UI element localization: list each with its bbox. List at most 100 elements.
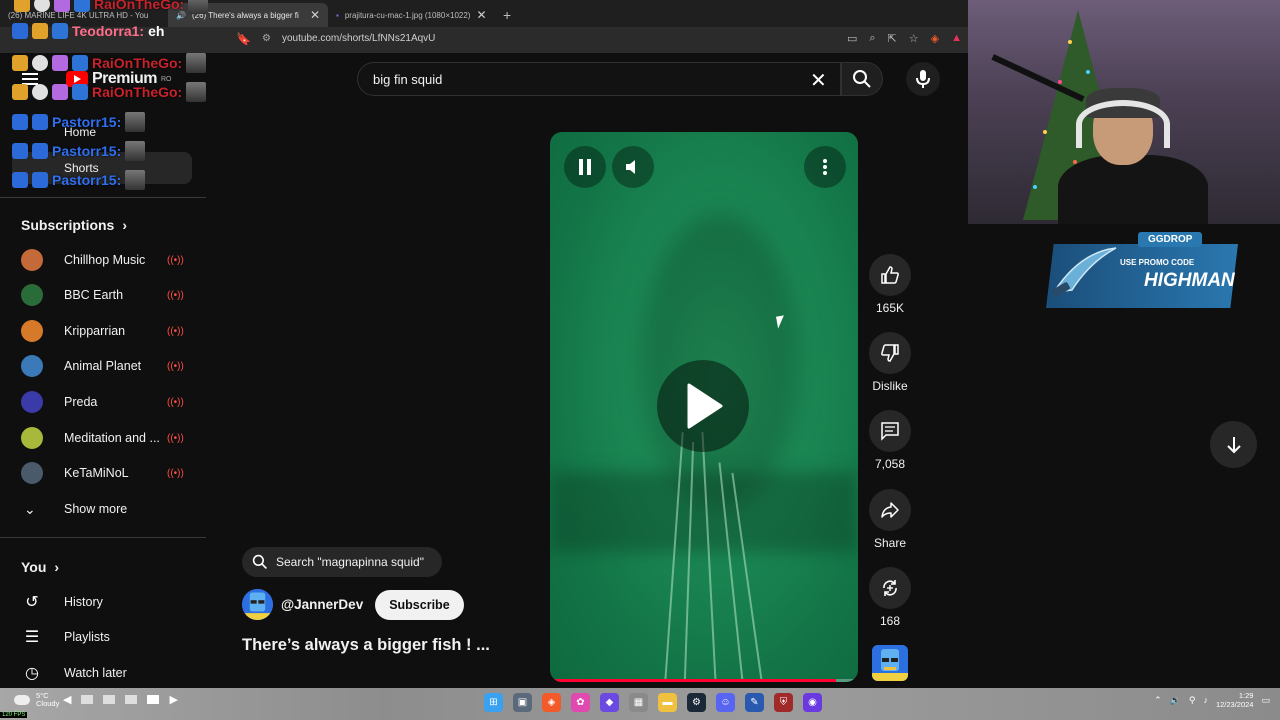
clock-time: 1:29 <box>1238 691 1254 700</box>
network-icon[interactable]: ⚲ <box>1189 695 1196 706</box>
show-more-button[interactable]: ⌄ Show more <box>21 495 186 523</box>
like-button[interactable]: 165K <box>868 254 912 315</box>
close-tab-icon[interactable]: ✕ <box>476 8 486 22</box>
app-icon[interactable]: ✎ <box>745 693 764 712</box>
remix-count: 168 <box>879 614 901 628</box>
sidebar-item-subscription[interactable]: Animal Planet ((•)) <box>21 352 186 380</box>
brave-shield-icon[interactable]: ◈ <box>931 32 939 45</box>
cast-icon[interactable]: ▭ <box>847 32 857 45</box>
video-title[interactable]: There’s always a bigger fish ! ... <box>242 636 490 655</box>
live-icon: ((•)) <box>167 360 184 372</box>
system-tray: ⌃ 🔉 ⚲ ♪ 1:29 12/23/2024 ▭ <box>1154 691 1270 709</box>
channel-name: KeTaMiNoL <box>64 466 129 480</box>
brave-browser-icon[interactable]: ◈ <box>542 693 561 712</box>
chat-username: RaiOnTheGo: <box>92 84 183 100</box>
og-badge-icon <box>12 172 28 188</box>
thumbs-up-icon <box>881 266 899 284</box>
search-button[interactable] <box>841 62 883 96</box>
shorts-video-player[interactable] <box>550 132 858 682</box>
previous-icon[interactable]: ◀ <box>63 693 71 706</box>
volume-icon[interactable]: ♪ <box>1203 695 1208 705</box>
related-search-chip[interactable]: Search "magnapinna squid" <box>242 547 442 577</box>
url-field[interactable]: youtube.com/shorts/LfNNs21AqvU <box>282 33 435 44</box>
site-info-icon[interactable]: ⚙ <box>262 33 271 44</box>
volume-button[interactable] <box>612 146 654 188</box>
live-icon: ((•)) <box>167 396 184 408</box>
volume-icon <box>626 160 635 174</box>
sidebar-item-history[interactable]: ↺ History <box>21 588 103 616</box>
clear-search-icon[interactable]: ✕ <box>810 68 827 93</box>
live-icon: ((•)) <box>167 432 184 444</box>
notifications-icon[interactable]: ▭ <box>1261 695 1270 706</box>
promo-line-1: USE PROMO CODE <box>1120 258 1195 267</box>
comments-button[interactable]: 7,058 <box>868 410 912 471</box>
pause-button[interactable] <box>564 146 606 188</box>
new-tab-button[interactable]: + <box>493 3 521 27</box>
clock[interactable]: 1:29 12/23/2024 <box>1216 691 1254 709</box>
channel-avatar <box>21 284 43 306</box>
chat-username: Pastorr15: <box>52 143 122 159</box>
share-label: Share <box>873 536 907 550</box>
sidebar-item-playlists[interactable]: ☰ Playlists <box>21 623 110 651</box>
task-view-icon[interactable]: ▣ <box>513 693 532 712</box>
sub-badge-icon <box>32 172 48 188</box>
media-thumb <box>103 695 116 704</box>
obs-icon[interactable]: ◉ <box>803 693 822 712</box>
app-icon[interactable]: ◆ <box>600 693 619 712</box>
brave-rewards-icon[interactable]: ▲ <box>951 32 962 45</box>
tree-light <box>1043 130 1047 134</box>
search-query: big fin squid <box>373 72 443 87</box>
sidebar-item-subscription[interactable]: Chillhop Music ((•)) <box>21 246 186 274</box>
chat-text: eh <box>148 23 165 39</box>
windows-start-icon[interactable]: ⊞ <box>484 693 503 712</box>
chat-emote <box>125 141 146 161</box>
weather-widget[interactable]: 5°C Cloudy <box>14 691 59 709</box>
discord-icon[interactable]: ☺ <box>716 693 735 712</box>
bookmark-star-icon[interactable]: ☆ <box>909 32 919 45</box>
sidebar-item-subscription[interactable]: Kripparrian ((•)) <box>21 317 186 345</box>
crown-badge-icon <box>14 0 30 12</box>
next-video-button[interactable] <box>1210 421 1257 468</box>
share-button[interactable]: Share <box>868 489 912 550</box>
remix-button[interactable]: 168 <box>868 567 912 628</box>
channel-name: Kripparrian <box>64 324 126 338</box>
subscribe-button[interactable]: Subscribe <box>375 589 464 620</box>
steam-icon[interactable]: ⚙ <box>687 693 706 712</box>
subscriptions-header[interactable]: Subscriptions › <box>21 217 127 233</box>
windows-taskbar: 5°C Cloudy ◀ ▶ ⊞ ▣ ◈ ✿ ◆ ▦ ▬ ⚙ ☺ ✎ ⛨ ◉ ⌃… <box>0 688 1280 720</box>
more-options-button[interactable] <box>804 146 846 188</box>
file-explorer-icon[interactable]: ▬ <box>658 693 677 712</box>
like-count: 165K <box>875 301 905 315</box>
channel-name[interactable]: @JannerDev <box>281 597 363 612</box>
sidebar-item-subscription[interactable]: Preda ((•)) <box>21 388 186 416</box>
channel-name: Meditation and ... <box>64 431 160 445</box>
dislike-button[interactable]: Dislike <box>868 332 912 393</box>
sidebar-item-subscription[interactable]: Meditation and ... ((•)) <box>21 424 186 452</box>
live-icon: ((•)) <box>167 289 184 301</box>
close-tab-icon[interactable]: ✕ <box>310 8 320 22</box>
sound-channel-thumbnail[interactable] <box>872 645 908 681</box>
clock-date: 12/23/2024 <box>1215 700 1254 709</box>
play-button[interactable] <box>657 360 749 452</box>
media-controls: ◀ ▶ <box>63 693 178 706</box>
bookmark-icon[interactable]: 🔖 <box>236 32 251 46</box>
chevron-up-icon[interactable]: ⌃ <box>1154 695 1162 706</box>
chevron-down-icon: ⌄ <box>24 500 36 517</box>
zoom-icon[interactable]: ⌕ <box>869 32 875 45</box>
speaker-icon[interactable]: 🔉 <box>1170 695 1181 706</box>
chat-username: RaiOnTheGo: <box>92 55 183 71</box>
voice-search-button[interactable] <box>906 62 940 96</box>
share-icon[interactable]: ⇱ <box>888 32 897 45</box>
app-icon[interactable]: ✿ <box>571 693 590 712</box>
avatar[interactable] <box>242 589 273 620</box>
you-header[interactable]: You › <box>21 559 59 575</box>
sidebar-item-watch-later[interactable]: ◷ Watch later <box>21 659 127 687</box>
search-input[interactable]: big fin squid ✕ <box>357 62 841 96</box>
sidebar-item-subscription[interactable]: BBC Earth ((•)) <box>21 281 186 309</box>
app-icon[interactable]: ⛨ <box>774 693 793 712</box>
video-progress-bar[interactable] <box>550 679 858 682</box>
sidebar-item-subscription[interactable]: KeTaMiNoL ((•)) <box>21 459 186 487</box>
browser-tab[interactable]: ▪ prajitura-cu-mac-1.jpg (1080×1022) ✕ <box>328 3 493 27</box>
next-icon[interactable]: ▶ <box>169 693 177 706</box>
app-icon[interactable]: ▦ <box>629 693 648 712</box>
